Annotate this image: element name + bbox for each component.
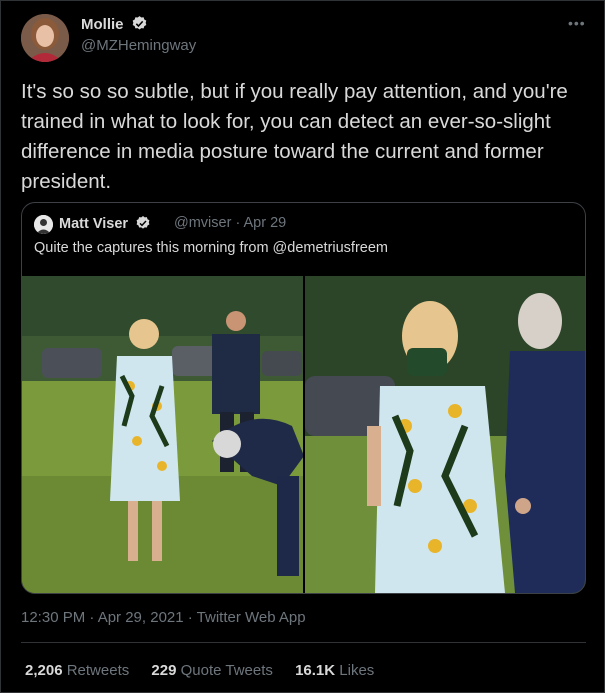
photo-gap [303,276,305,593]
author-avatar[interactable] [21,14,69,62]
quote-tweets-count: 229 [151,662,177,679]
likes-stat[interactable]: 16.1K Likes [295,662,374,679]
quote-tweets-label: Quote Tweets [180,662,273,679]
retweets-label: Retweets [66,662,130,679]
tweet-card: Mollie @MZHemingway ••• It's so so so su… [0,0,605,693]
author-name[interactable]: Mollie [81,16,124,33]
verified-badge-icon [131,15,148,36]
quoted-verified-badge-icon [135,215,151,235]
quoted-tweet[interactable]: Matt Viser @mviser · Apr 29 Quite the ca… [21,202,586,594]
quoted-media[interactable] [22,276,585,593]
quoted-author-name: Matt Viser [59,216,129,232]
photo-left[interactable] [22,276,303,593]
likes-label: Likes [339,662,375,679]
tweet-stats: 2,206 Retweets 229 Quote Tweets 16.1K Li… [25,662,392,679]
author-name-row[interactable]: Mollie [81,15,148,36]
tweet-text: It's so so so subtle, but if you really … [21,80,568,193]
more-options-icon[interactable]: ••• [568,15,586,31]
retweets-stat[interactable]: 2,206 Retweets [25,662,129,679]
tweet-timestamp[interactable]: 12:30 PM · Apr 29, 2021 · Twitter Web Ap… [21,609,306,626]
likes-count: 16.1K [295,662,336,679]
photo-right[interactable] [305,276,585,593]
stats-divider [21,642,586,643]
quoted-author-name-row: Matt Viser [59,215,151,235]
author-handle[interactable]: @MZHemingway [81,37,196,54]
quote-tweets-stat[interactable]: 229 Quote Tweets [151,662,272,679]
quoted-handle-date: @mviser · Apr 29 [174,215,287,231]
retweets-count: 2,206 [25,662,63,679]
quoted-text: Quite the captures this morning from @de… [34,240,388,256]
quoted-author-avatar [34,215,53,234]
